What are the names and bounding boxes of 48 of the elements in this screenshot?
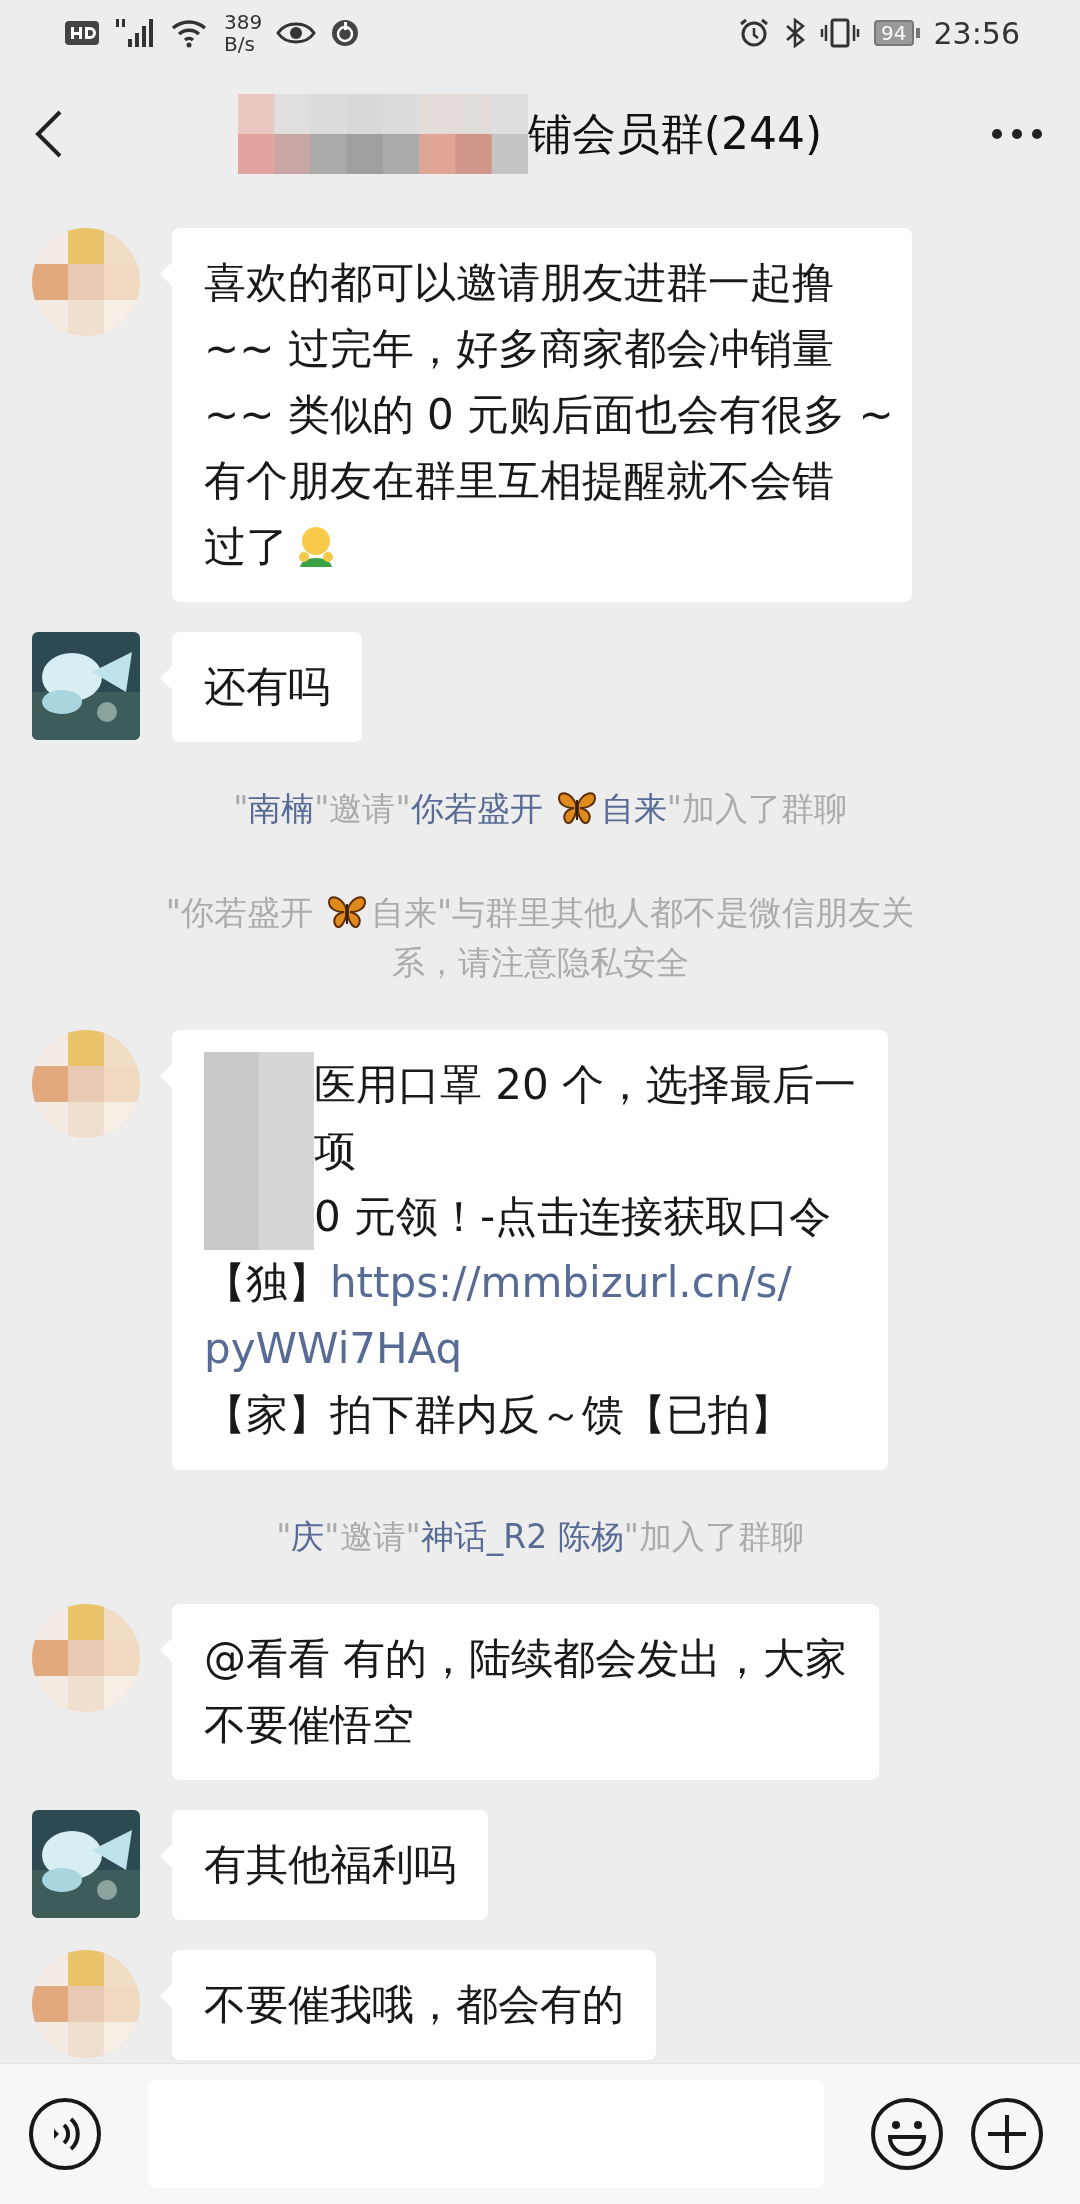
alarm-icon xyxy=(738,17,771,49)
message-text: 还有吗 xyxy=(204,661,330,713)
voice-icon[interactable] xyxy=(28,2097,102,2171)
bluetooth-icon xyxy=(784,17,807,49)
message-text: 喜欢的都可以邀请朋友进群一起撸 xyxy=(204,257,834,309)
system-notice-text: "你若盛开 xyxy=(165,892,313,934)
message-text: ~~ 类似的 0 元购后面也会有很多 ~ xyxy=(204,389,894,441)
message-text: 有其他福利吗 xyxy=(204,1839,456,1891)
system-notice-text: "加入了群聊 xyxy=(666,788,847,830)
member-name-link[interactable]: 庆 xyxy=(291,1512,325,1562)
system-notice-text: "邀请" xyxy=(324,1516,421,1558)
message-text: 项 xyxy=(314,1125,356,1177)
member-name-link[interactable]: 神话_R2 陈杨 xyxy=(420,1512,624,1562)
system-notice-text: "邀请" xyxy=(314,788,411,830)
add-icon[interactable] xyxy=(970,2097,1044,2171)
message-text: 0 元领！-点击连接获取口令 xyxy=(314,1191,832,1243)
message-text: 【家】拍下群内反～馈【已拍】 xyxy=(204,1389,792,1441)
hd-icon xyxy=(64,19,100,47)
message-text: ~~ 过完年，好多商家都会冲销量 xyxy=(204,323,834,375)
system-notice-text: " xyxy=(233,788,249,830)
chat-title: 铺会员群(244) xyxy=(527,106,823,161)
message-text: 有个朋友在群里互相提醒就不会错 xyxy=(204,455,834,507)
system-notice-text: 系，请注意隐私安全 xyxy=(391,942,689,984)
message-text: @看看 有的，陆续都会发出，大家 xyxy=(204,1633,848,1685)
member-name-link[interactable]: 南楠 xyxy=(248,784,315,834)
system-notice-text: " xyxy=(276,1516,292,1558)
butterfly-icon xyxy=(327,896,367,930)
member-name-link[interactable]: 你若盛开 xyxy=(410,784,543,834)
network-speed: 389 xyxy=(224,11,263,33)
system-notice-text: "加入了群聊 xyxy=(623,1516,804,1558)
system-notice-text: 自来"与群里其他人都不是微信朋友关 xyxy=(371,892,915,934)
message-link[interactable]: pyWWi7HAq xyxy=(204,1316,463,1382)
emoji-icon[interactable] xyxy=(870,2097,944,2171)
more-icon[interactable] xyxy=(990,127,1044,141)
app-icon xyxy=(330,18,361,48)
battery-icon: 94 xyxy=(874,20,914,46)
vibrate-icon xyxy=(820,17,861,49)
message-text: 【独】 xyxy=(204,1257,330,1309)
message-text: 不要催我哦，都会有的 xyxy=(204,1979,624,2031)
speed-unit: B/s xyxy=(224,33,256,55)
message-text: 过了 xyxy=(204,521,288,573)
message-text: 不要催悟空 xyxy=(204,1699,414,1751)
butterfly-icon xyxy=(556,792,597,826)
signal-icon xyxy=(114,17,156,49)
message-link[interactable]: https://mmbizurl.cn/s/ xyxy=(330,1250,792,1316)
message-text: 医用口罩 20 个，选择最后一 xyxy=(314,1059,857,1111)
member-name-link[interactable]: 自来 xyxy=(600,784,667,834)
clock: 23:56 xyxy=(933,15,1020,51)
